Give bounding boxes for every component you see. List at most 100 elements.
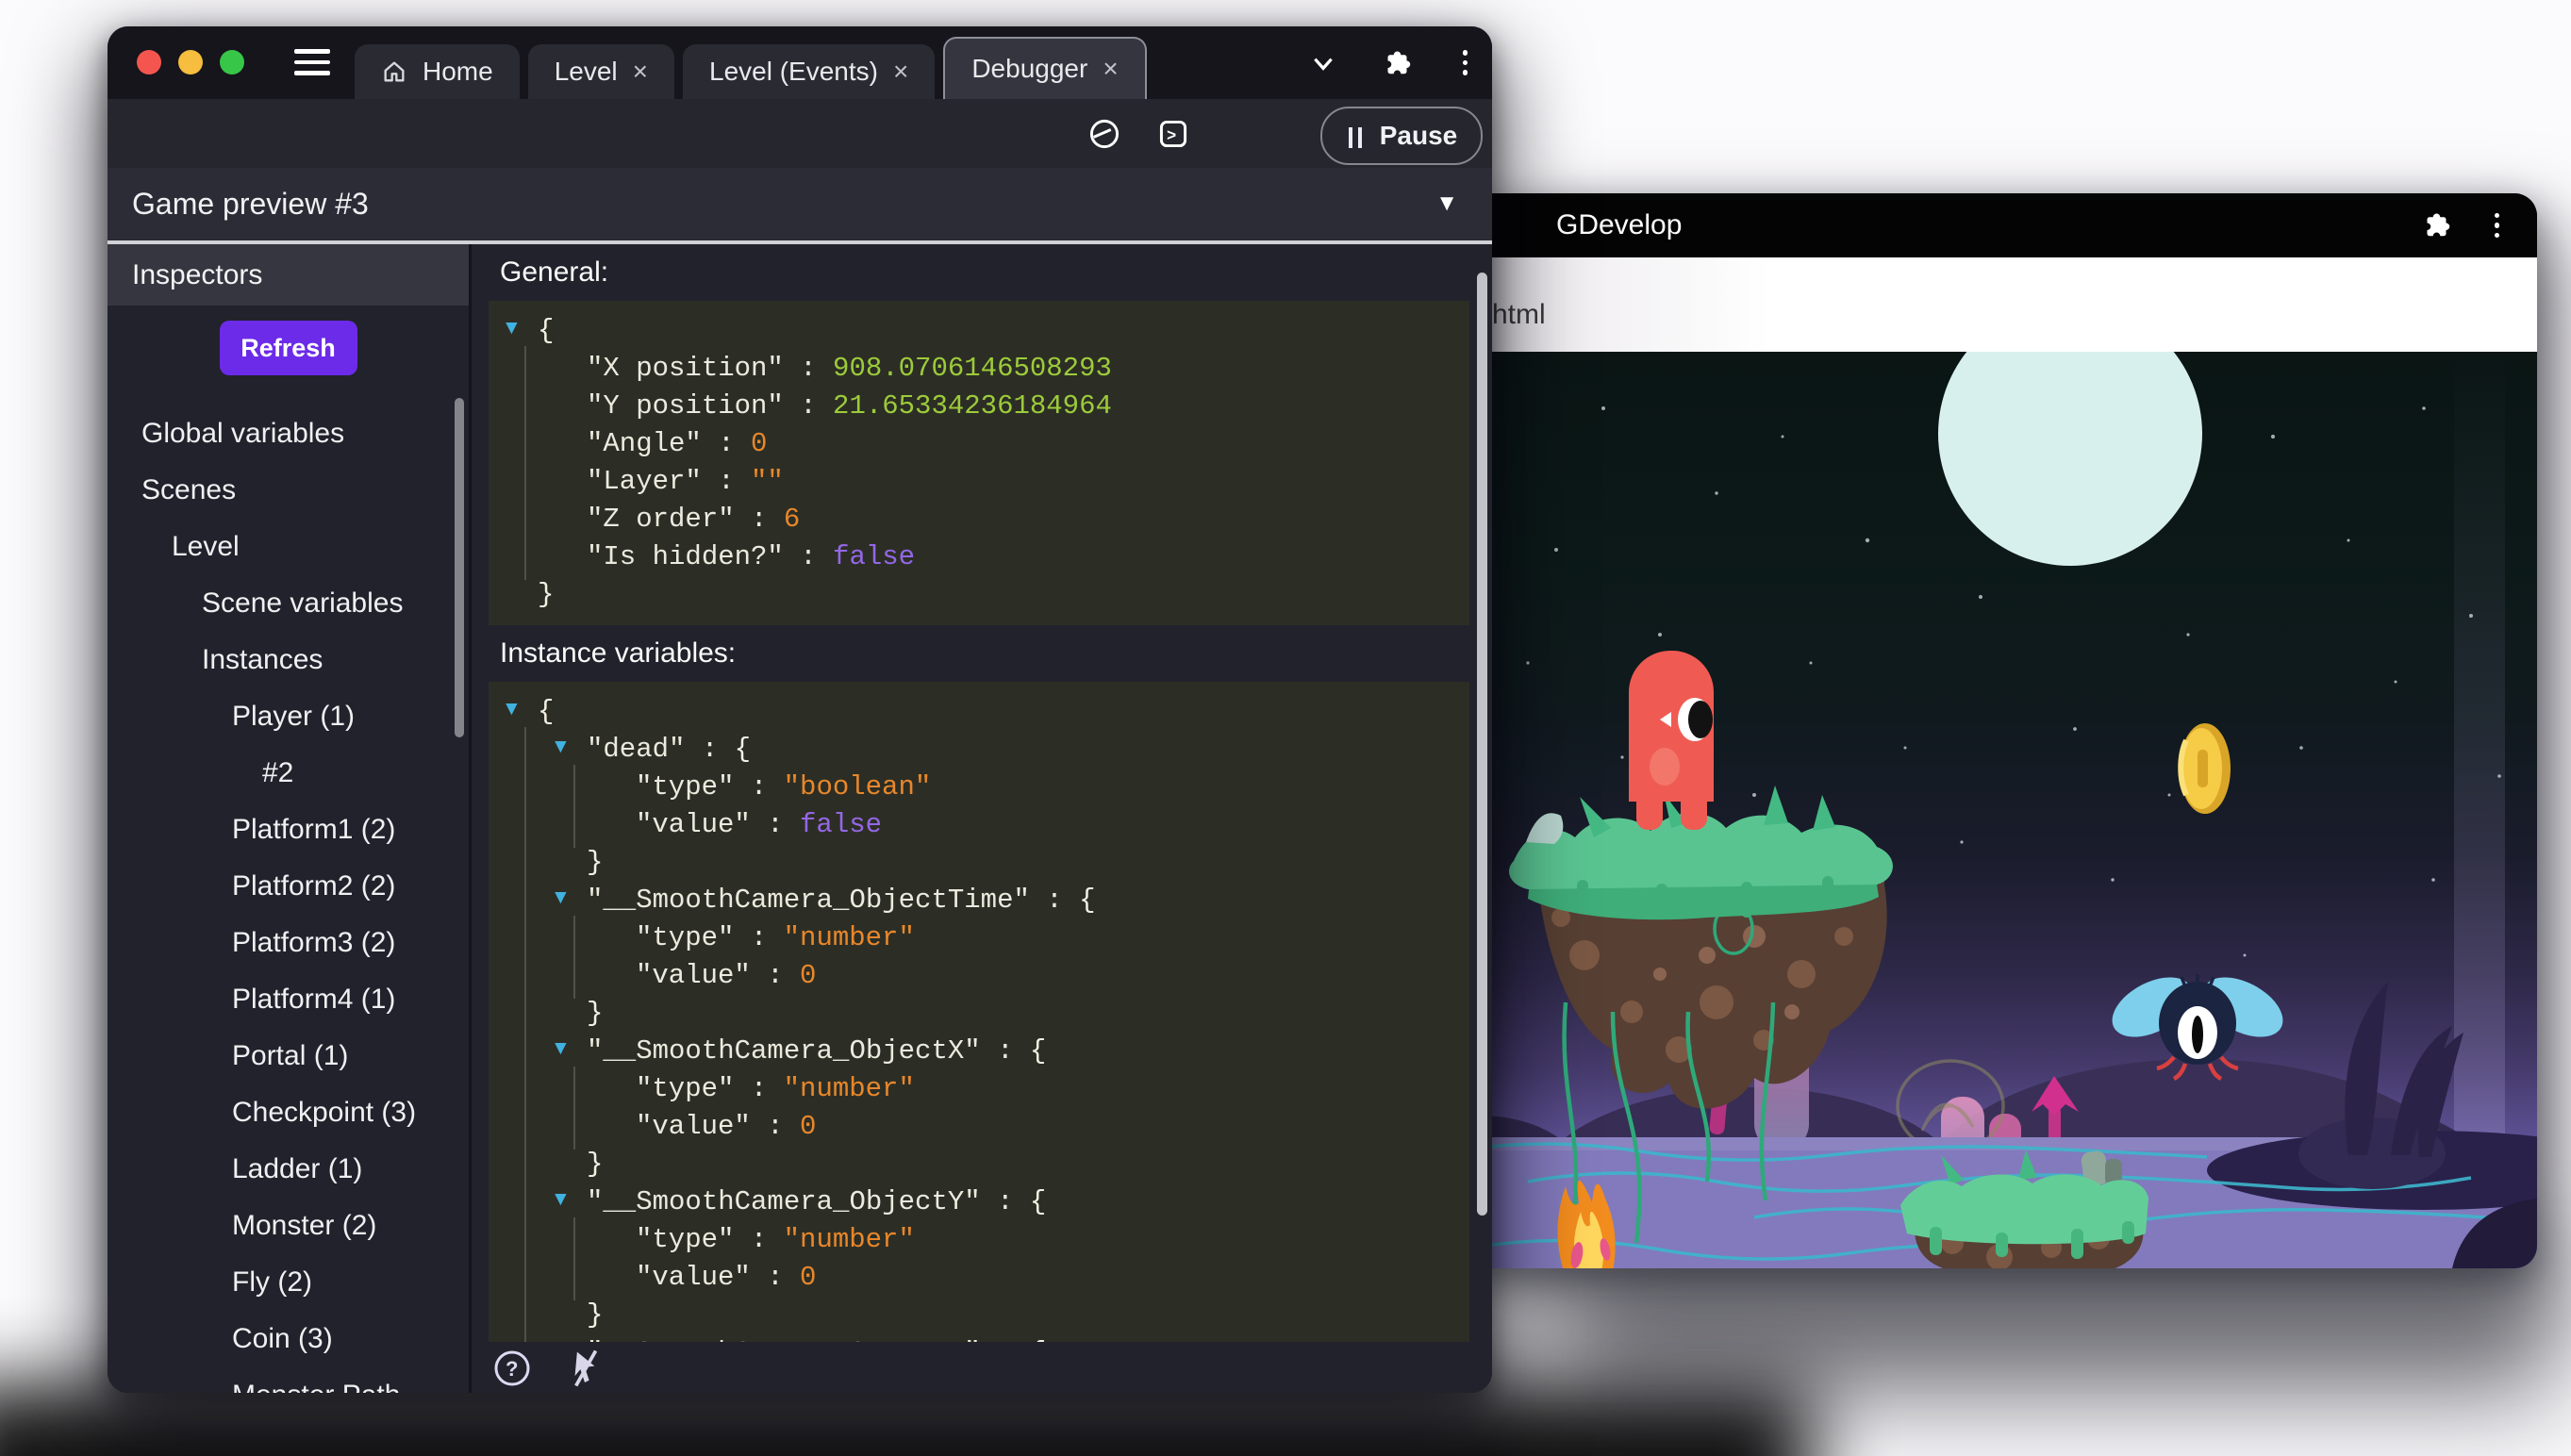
code-line: "X position" : 908.0706146508293 <box>489 350 1469 388</box>
tree-item[interactable]: Platform3 (2) <box>108 915 469 971</box>
detail-scrollbar[interactable] <box>1477 273 1487 1216</box>
tree-item[interactable]: Scenes <box>108 462 469 519</box>
tree-item[interactable]: Fly (2) <box>108 1254 469 1311</box>
code-line: } <box>489 576 1469 614</box>
close-icon[interactable]: × <box>633 58 648 85</box>
home-icon <box>381 58 407 85</box>
inspector-tree: Global variablesScenesLevelScene variabl… <box>108 405 469 1393</box>
code-line: "type" : "number" <box>489 919 1469 957</box>
window-shadow <box>1556 1264 2556 1396</box>
code-line: "Y position" : 21.65334236184964 <box>489 388 1469 425</box>
game-window-title: GDevelop <box>1556 193 1682 257</box>
tab-label: Debugger <box>971 54 1087 84</box>
tree-item[interactable]: Player (1) <box>108 688 469 745</box>
collapse-arrow-icon[interactable]: ▼ <box>502 317 522 339</box>
code-line: "type" : "number" <box>489 1070 1469 1108</box>
collapse-arrow-icon[interactable]: ▼ <box>551 736 571 758</box>
code-line: ▼"__SmoothCamera_CameraX" : { <box>489 1334 1469 1342</box>
tree-item[interactable]: Platform4 (1) <box>108 971 469 1028</box>
dropdown-caret-icon[interactable]: ▼ <box>1435 190 1458 217</box>
tree-item[interactable]: Instances <box>108 632 469 688</box>
instance-variables-json: ▼{▼"dead" : {"type" : "boolean""value" :… <box>489 682 1469 1342</box>
game-canvas[interactable] <box>1471 352 2537 1268</box>
refresh-button[interactable]: Refresh <box>220 321 357 375</box>
collapse-arrow-icon[interactable]: ▼ <box>551 886 571 909</box>
collapse-arrow-icon[interactable]: ▼ <box>551 1188 571 1211</box>
code-line: ▼"dead" : { <box>489 731 1469 769</box>
tree-item[interactable]: Global variables <box>108 405 469 462</box>
extensions-icon[interactable] <box>2425 211 2453 240</box>
preview-title: Game preview #3 <box>132 168 369 240</box>
tab-home[interactable]: Home <box>355 44 520 99</box>
moon <box>1938 352 2202 566</box>
tree-item[interactable]: Ladder (1) <box>108 1141 469 1198</box>
code-line: } <box>489 1146 1469 1183</box>
console-icon[interactable]: > <box>1158 119 1188 149</box>
tab-label: Level (Events) <box>709 57 878 87</box>
code-line: "Layer" : "" <box>489 463 1469 501</box>
close-icon[interactable]: × <box>1103 56 1118 82</box>
preview-selector[interactable]: Game preview #3 ▼ <box>108 168 1492 242</box>
code-line: ▼"__SmoothCamera_ObjectY" : { <box>489 1183 1469 1221</box>
tree-item[interactable]: Portal (1) <box>108 1028 469 1084</box>
desktop: GDevelop html <box>0 0 2571 1456</box>
menu-kebab-icon[interactable] <box>2495 208 2500 243</box>
inspectors-panel: Inspectors Refresh Global variablesScene… <box>108 244 469 1393</box>
tree-item[interactable]: Monster Path <box>108 1367 469 1393</box>
tree-item[interactable]: Coin (3) <box>108 1311 469 1367</box>
tree-item[interactable]: Platform1 (2) <box>108 802 469 858</box>
instance-variables-title: Instance variables: <box>500 625 736 682</box>
chevron-down-icon[interactable] <box>1310 50 1336 76</box>
help-icon[interactable]: ? <box>492 1348 532 1388</box>
collapse-arrow-icon[interactable]: ▼ <box>551 1037 571 1060</box>
collapse-arrow-icon[interactable]: ▼ <box>502 698 522 720</box>
code-line: "value" : false <box>489 806 1469 844</box>
tree-item[interactable]: Checkpoint (3) <box>108 1084 469 1141</box>
menu-kebab-icon[interactable] <box>1463 45 1468 80</box>
pause-button[interactable]: Pause <box>1320 107 1483 165</box>
player <box>1629 651 1714 830</box>
maximize-window-button[interactable] <box>220 50 244 74</box>
minimize-window-button[interactable] <box>178 50 203 74</box>
tab-debugger[interactable]: Debugger × <box>943 37 1146 99</box>
code-line: "Angle" : 0 <box>489 425 1469 463</box>
general-json: ▼{"X position" : 908.0706146508293"Y pos… <box>489 301 1469 625</box>
profiler-icon[interactable] <box>1088 118 1120 150</box>
svg-text:>: > <box>1167 124 1176 143</box>
inspector-detail-panel: General: ▼{"X position" : 908.0706146508… <box>472 244 1492 1393</box>
debugger-window: HomeLevel×Level (Events)×Debugger× > <box>108 26 1492 1393</box>
bottom-bar: ? <box>472 1342 1492 1393</box>
game-preview-window: GDevelop html <box>1471 193 2537 1268</box>
titlebar[interactable]: HomeLevel× Level (Events) × Debugger × <box>108 26 1492 99</box>
tree-scrollbar[interactable] <box>455 398 464 737</box>
main-menu-icon[interactable] <box>294 49 330 77</box>
code-line: ▼{ <box>489 693 1469 731</box>
tree-item[interactable]: Platform2 (2) <box>108 858 469 915</box>
close-window-button[interactable] <box>137 50 161 74</box>
close-icon[interactable]: × <box>893 58 908 85</box>
tree-item[interactable]: #2 <box>108 745 469 802</box>
general-section-title: General: <box>500 244 608 301</box>
game-window-titlebar[interactable]: GDevelop <box>1471 193 2537 257</box>
code-line: "Is hidden?" : false <box>489 538 1469 576</box>
code-line: "value" : 0 <box>489 957 1469 995</box>
code-line: "value" : 0 <box>489 1108 1469 1146</box>
tab-level[interactable]: Level× <box>528 44 674 99</box>
disable-picker-icon[interactable] <box>566 1348 604 1389</box>
address-text: html <box>1492 299 1546 331</box>
tree-item[interactable]: Monster (2) <box>108 1198 469 1254</box>
tab-strip: HomeLevel× Level (Events) × Debugger × <box>355 26 1147 99</box>
debugger-toolbar: > Pause <box>108 99 1492 168</box>
tree-item[interactable]: Level <box>108 519 469 575</box>
window-shadow <box>0 1384 1811 1456</box>
tab-level-events-[interactable]: Level (Events) × <box>683 44 935 99</box>
extensions-icon[interactable] <box>1385 49 1414 77</box>
tree-item[interactable]: Scene variables <box>108 575 469 632</box>
inspectors-header: Inspectors <box>108 244 469 306</box>
address-bar[interactable]: html <box>1471 257 2537 353</box>
code-line: ▼{ <box>489 312 1469 350</box>
code-line: ▼"__SmoothCamera_ObjectTime" : { <box>489 882 1469 919</box>
svg-text:?: ? <box>506 1357 518 1381</box>
debugger-content: Inspectors Refresh Global variablesScene… <box>108 242 1492 1393</box>
fly-monster <box>2102 965 2293 1079</box>
